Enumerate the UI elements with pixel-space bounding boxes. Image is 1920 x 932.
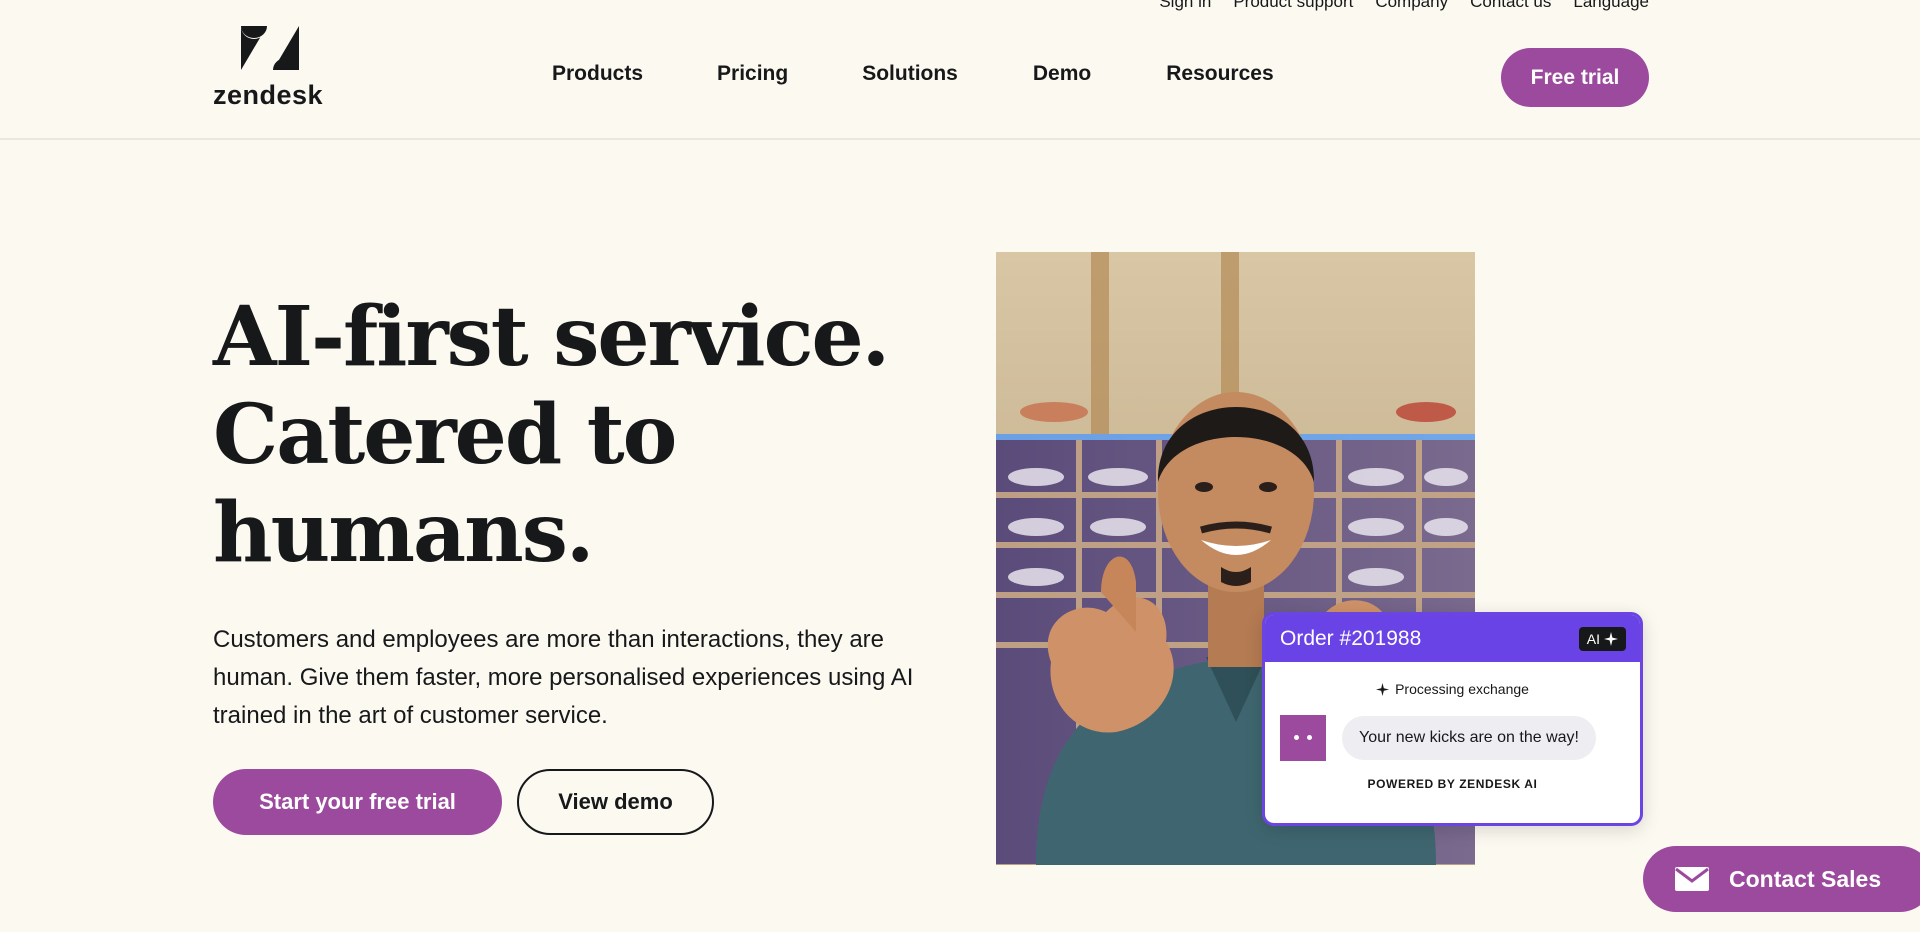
chat-bubble: Your new kicks are on the way! (1342, 716, 1596, 760)
site-header: zendesk Products Pricing Solutions Demo … (0, 0, 1920, 140)
contact-sales-button[interactable]: Contact Sales (1643, 846, 1920, 912)
zendesk-logo[interactable]: zendesk (213, 24, 333, 110)
zendesk-logo-icon (241, 26, 299, 70)
main-nav: Products Pricing Solutions Demo Resource… (552, 62, 1274, 86)
nav-solutions[interactable]: Solutions (862, 62, 958, 86)
sparkle-icon (1376, 682, 1390, 696)
contact-sales-label: Contact Sales (1729, 865, 1882, 892)
brand-wordmark: zendesk (213, 80, 324, 110)
ai-badge: AI (1578, 626, 1626, 651)
chat-message-row: Your new kicks are on the way! (1280, 715, 1640, 761)
powered-by-label: POWERED BY ZENDESK AI (1367, 777, 1538, 791)
nav-products[interactable]: Products (552, 62, 643, 86)
processing-status: Processing exchange (1265, 681, 1640, 697)
headline-line-2: Catered to (213, 387, 677, 483)
nav-pricing[interactable]: Pricing (717, 62, 788, 86)
hero-headline: AI-first service. Catered to humans. (213, 288, 890, 582)
start-free-trial-button[interactable]: Start your free trial (213, 769, 502, 835)
headline-line-1: AI-first service. (213, 289, 890, 385)
view-demo-button[interactable]: View demo (517, 769, 714, 835)
mail-icon (1675, 867, 1709, 891)
headline-line-3: humans. (213, 485, 594, 581)
free-trial-button[interactable]: Free trial (1501, 48, 1649, 107)
bot-avatar (1280, 715, 1326, 761)
processing-label: Processing exchange (1395, 681, 1529, 697)
nav-resources[interactable]: Resources (1166, 62, 1273, 86)
nav-demo[interactable]: Demo (1033, 62, 1091, 86)
ai-badge-label: AI (1586, 630, 1600, 647)
sparkle-icon (1604, 631, 1618, 646)
order-title: Order #201988 (1280, 626, 1422, 650)
order-card-header: Order #201988 AI (1265, 615, 1640, 662)
order-card: Order #201988 AI Processing exchange You… (1262, 612, 1643, 826)
hero-subcopy: Customers and employees are more than in… (213, 626, 914, 729)
